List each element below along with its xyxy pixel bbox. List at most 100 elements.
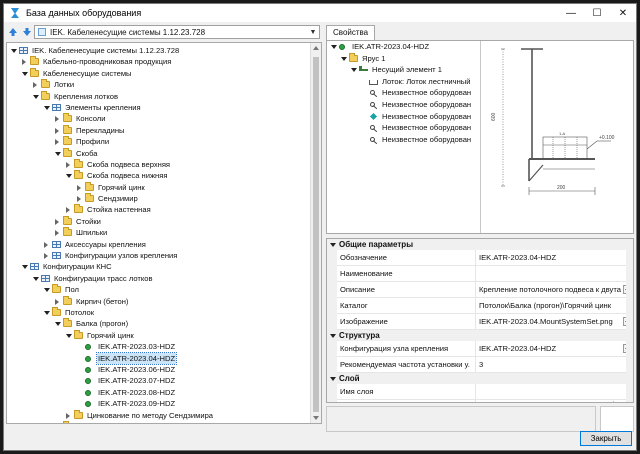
tree-item[interactable]: Цинкование по методу Сендзимира (7, 409, 311, 421)
tree-item[interactable]: Профили (7, 136, 311, 147)
property-scrollbar[interactable] (626, 239, 633, 402)
scroll-down-icon[interactable] (313, 416, 319, 420)
structure-item[interactable]: Неизвестное оборудован (327, 87, 480, 99)
property-value[interactable] (475, 266, 623, 282)
expand-closed-icon[interactable] (55, 218, 59, 225)
expand-open-icon[interactable] (66, 174, 72, 179)
expand-closed-icon[interactable] (66, 161, 70, 168)
property-section-header[interactable]: Слой (327, 373, 633, 384)
scroll-up-icon[interactable] (313, 46, 319, 50)
tree-item[interactable]: Пол (7, 284, 311, 295)
tree-item[interactable]: Перекладины (7, 124, 311, 136)
tree-item[interactable]: Скоба подвеса верхняя (7, 158, 311, 170)
tree-item[interactable]: Кабеленесущие системы (7, 67, 311, 79)
property-row[interactable]: Наименование (327, 266, 633, 282)
expand-open-icon[interactable] (351, 68, 357, 73)
property-value[interactable]: IEK.ATR-2023.04-HDZ (475, 250, 623, 266)
tree-item[interactable]: Конфигурации КНС (7, 261, 311, 272)
property-value[interactable]: IEK.ATR-2023.04-HDZ (475, 341, 623, 357)
property-value[interactable]: Потолок\Балка (прогон)\Горячий цинк (475, 298, 623, 314)
structure-item[interactable]: Лоток: Лоток лестничный (327, 76, 480, 88)
structure-item[interactable]: IEK.ATR-2023.04-HDZ (327, 41, 480, 53)
tree-item[interactable]: Сендзимир (7, 193, 311, 204)
expand-open-icon[interactable] (331, 45, 337, 49)
property-value[interactable]: 3 (475, 357, 623, 373)
expand-closed-icon[interactable] (55, 230, 59, 237)
property-value[interactable]: ◆IEK.ATR-2023.04.MountSystemSet.png (475, 314, 623, 330)
tree-item[interactable]: IEK. Кабеленесущие системы 1.12.23.728 (7, 45, 311, 56)
structure-item[interactable]: Несущий элемент 1 (327, 64, 480, 76)
expand-open-icon[interactable] (44, 288, 50, 293)
tree-item[interactable]: IEK.ATR-2023.07-HDZ (7, 375, 311, 386)
expand-open-icon[interactable] (55, 322, 61, 327)
tree-item[interactable]: Консоли (7, 113, 311, 124)
expand-closed-icon[interactable] (66, 412, 70, 419)
tree-item[interactable]: Потолок (7, 306, 311, 318)
property-value[interactable]: Крепление потолочного подвеса к двута (475, 282, 623, 298)
tree-item[interactable]: Горячий цинк (7, 329, 311, 341)
property-row[interactable]: Имя слоя (327, 384, 633, 400)
expand-open-icon[interactable] (55, 151, 61, 156)
expand-closed-icon[interactable] (33, 82, 37, 89)
tree-item[interactable]: Конфигурации трасс лотков (7, 273, 311, 284)
tree-item[interactable]: Аксессуары крепления (7, 239, 311, 250)
scroll-thumb[interactable] (313, 57, 319, 412)
tree-item[interactable]: Скоба (7, 147, 311, 159)
expand-open-icon[interactable] (341, 56, 347, 61)
property-value[interactable] (475, 384, 623, 400)
property-row[interactable]: Изображение ◆IEK.ATR-2023.04.MountSystemS… (327, 314, 633, 330)
structure-item[interactable]: Неизвестное оборудован (327, 122, 480, 134)
tree-item[interactable]: IEK.ATR-2023.08-HDZ (7, 387, 311, 398)
expand-open-icon[interactable] (44, 105, 50, 110)
expand-open-icon[interactable] (22, 265, 28, 270)
expand-closed-icon[interactable] (44, 253, 48, 260)
expand-open-icon[interactable] (44, 310, 50, 315)
tree-item[interactable]: Стойки (7, 215, 311, 227)
property-row[interactable]: Описание Крепление потолочного подвеса к … (327, 282, 633, 298)
tree-item[interactable]: Горячий цинк (7, 181, 311, 193)
tree-item[interactable]: Бетонное перекрытие (7, 420, 311, 423)
property-row[interactable]: Каталог Потолок\Балка (прогон)\Горячий ци… (327, 298, 633, 314)
structure-item[interactable]: Неизвестное оборудован (327, 134, 480, 146)
expand-closed-icon[interactable] (44, 241, 48, 248)
tree-item[interactable]: Кабельно-проводниковая продукция (7, 56, 311, 67)
database-select[interactable]: IEK. Кабеленесущие системы 1.12.23.728 ▼ (34, 25, 320, 39)
property-row[interactable]: Цвет Blue ▼ (327, 400, 633, 402)
expand-closed-icon[interactable] (77, 184, 81, 191)
expand-open-icon[interactable] (330, 243, 336, 247)
maximize-button[interactable]: ☐ (584, 4, 610, 22)
tree-item[interactable]: Шпильки (7, 227, 311, 238)
tree-item[interactable]: Элементы крепления (7, 102, 311, 113)
property-row[interactable]: Обозначение IEK.ATR-2023.04-HDZ (327, 250, 633, 266)
close-window-button[interactable]: ✕ (610, 4, 636, 22)
structure-item[interactable]: Неизвестное оборудован (327, 99, 480, 111)
tree-scrollbar[interactable] (310, 43, 321, 423)
tree-item[interactable]: Кирпич (бетон) (7, 295, 311, 307)
expand-open-icon[interactable] (33, 276, 39, 281)
expand-closed-icon[interactable] (55, 127, 59, 134)
tree-item-selected[interactable]: IEK.ATR-2023.04-HDZ (7, 351, 311, 365)
expand-open-icon[interactable] (330, 334, 336, 338)
arrow-up-icon[interactable] (8, 27, 18, 37)
expand-closed-icon[interactable] (22, 59, 26, 66)
tree-item[interactable]: Скоба подвеса нижняя (7, 170, 311, 181)
tree-item[interactable]: IEK.ATR-2023.06-HDZ (7, 364, 311, 375)
color-value[interactable]: Blue ▼ (475, 400, 623, 402)
expand-closed-icon[interactable] (55, 139, 59, 146)
tab-properties[interactable]: Свойства (326, 25, 376, 40)
structure-item[interactable]: Ярус 1 (327, 52, 480, 65)
tree-item[interactable]: Конфигурации узлов крепления (7, 250, 311, 261)
close-button[interactable]: Закрыть (580, 431, 632, 446)
expand-open-icon[interactable] (66, 333, 72, 338)
chevron-down-icon[interactable]: ▼ (307, 26, 319, 38)
chevron-down-icon[interactable]: ▼ (613, 401, 623, 402)
property-section-header[interactable]: Структура (327, 330, 633, 341)
minimize-button[interactable]: — (558, 4, 584, 22)
tree-item[interactable]: Балка (прогон) (7, 318, 311, 329)
tree-item[interactable]: Стойка настенная (7, 204, 311, 215)
property-section-header[interactable]: Общие параметры (327, 239, 633, 250)
structure-item[interactable]: Неизвестное оборудован (327, 111, 480, 123)
expand-open-icon[interactable] (33, 94, 39, 99)
tree-item[interactable]: Крепления лотков (7, 90, 311, 102)
arrow-down-icon[interactable] (22, 27, 32, 37)
